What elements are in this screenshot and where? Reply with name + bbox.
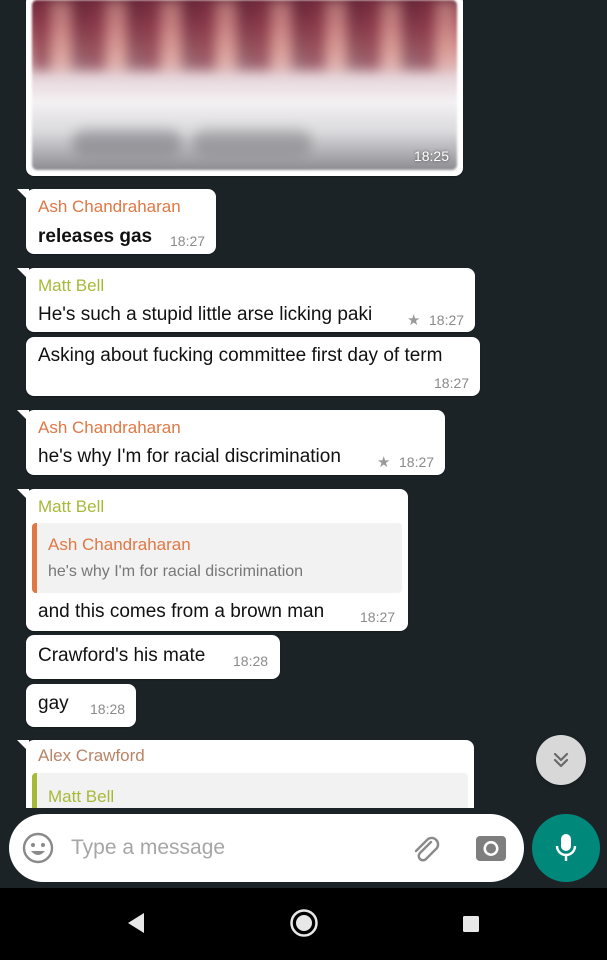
quoted-text: he's why I'm for racial discrimination [48,563,304,580]
message-bubble[interactable]: Asking about fucking committee first day… [26,337,480,396]
scroll-to-bottom-button[interactable] [536,735,586,785]
message-time: 18:27 [399,454,435,470]
message-bubble[interactable]: gay 18:28 [26,684,136,727]
message-time: 18:28 [90,701,126,717]
message-time: 18:25 [413,148,449,164]
message-input[interactable]: Type a message [71,836,225,860]
android-nav-bar [0,888,607,960]
sender-name: Alex Crawford [38,746,145,765]
sender-name: Matt Bell [38,276,105,295]
message-bubble[interactable]: Ash Chandraharan he's why I'm for racial… [17,410,445,475]
message-text: and this comes from a brown man [38,601,325,622]
message-time: 18:28 [233,653,269,669]
sender-name: Matt Bell [38,497,105,516]
blurred-image[interactable] [32,0,457,170]
message-time: 18:27 [429,312,465,328]
microphone-icon [555,834,577,861]
camera-icon[interactable] [474,832,508,869]
message-time: 18:27 [170,233,206,249]
quoted-sender: Matt Bell [48,787,115,806]
image-message[interactable]: 18:25 [26,0,463,176]
reply-message-bubble[interactable]: Matt Bell Ash Chandraharan he's why I'm … [17,489,408,631]
message-text: he's why I'm for racial discrimination [38,446,341,467]
message-text: gay [38,693,69,714]
quoted-sender: Ash Chandraharan [48,535,191,554]
emoji-icon[interactable] [22,832,54,869]
home-circle-icon[interactable] [289,908,319,943]
reply-message-bubble[interactable]: Alex Crawford Matt Bell [17,740,474,808]
message-text: Crawford's his mate [38,645,206,666]
message-text: releases gas [38,226,153,247]
recent-square-icon[interactable] [462,915,480,938]
message-bubble[interactable]: Ash Chandraharan releases gas 18:27 [17,189,216,254]
message-bubble[interactable]: Crawford's his mate 18:28 [26,635,280,679]
message-time: 18:27 [360,609,396,625]
chat-area[interactable]: 18:25 Ash Chandraharan releases gas 18:2… [0,0,607,808]
back-triangle-icon[interactable] [126,912,146,939]
quoted-message[interactable]: Matt Bell [32,773,468,808]
microphone-button[interactable] [532,814,600,882]
message-text: He's such a stupid little arse licking p… [38,304,373,325]
message-text: Asking about fucking committee first day… [38,345,443,366]
message-time: 18:27 [434,375,470,391]
star-icon: ★ [407,312,421,329]
message-input-bar: Type a message [9,814,524,882]
star-icon: ★ [377,454,391,471]
message-bubble[interactable]: Matt Bell He's such a stupid little arse… [17,268,475,332]
sender-name: Ash Chandraharan [38,197,181,216]
sender-name: Ash Chandraharan [38,418,181,437]
quoted-message[interactable]: Ash Chandraharan he's why I'm for racial… [32,523,402,593]
paperclip-icon[interactable] [409,832,443,871]
chevron-double-down-icon [553,752,569,768]
